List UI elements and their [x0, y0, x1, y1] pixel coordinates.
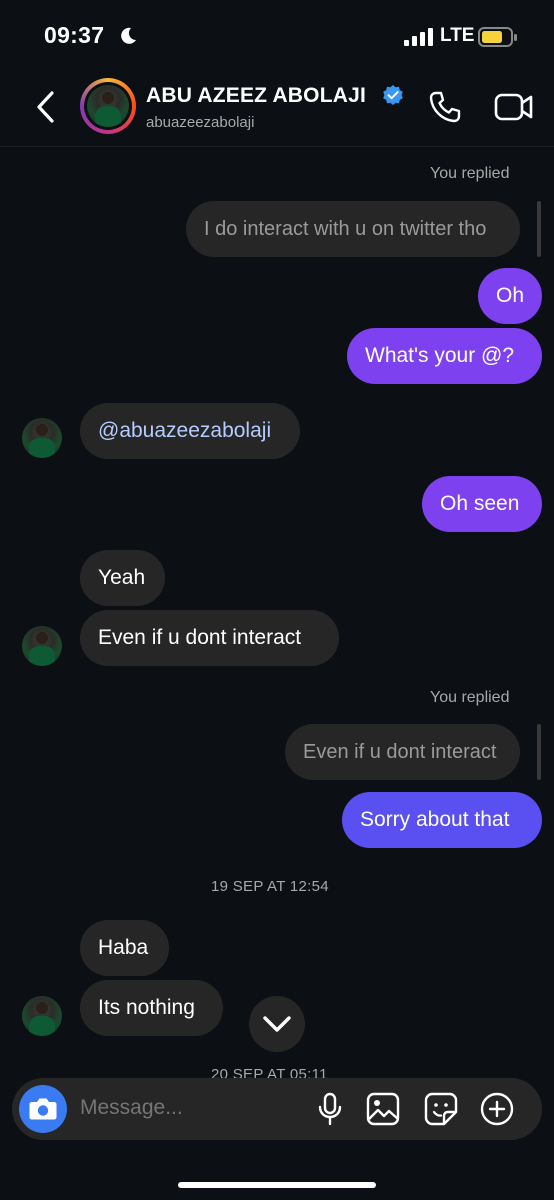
replied-quote[interactable]: I do interact with u on twitter tho [186, 201, 520, 257]
outgoing-message[interactable]: Oh [478, 268, 542, 324]
avatar[interactable] [87, 85, 129, 127]
sender-avatar[interactable] [22, 626, 62, 666]
mic-icon[interactable] [316, 1092, 344, 1126]
incoming-message[interactable]: Haba [80, 920, 169, 976]
date-separator: 19 SEP AT 12:54 [211, 878, 329, 895]
header-divider [0, 146, 554, 147]
gallery-icon[interactable] [366, 1092, 400, 1126]
verified-icon [383, 85, 403, 105]
incoming-message[interactable]: Even if u dont interact [80, 610, 339, 666]
outgoing-message[interactable]: Sorry about that [342, 792, 542, 848]
reply-bar [537, 724, 541, 780]
chevron-down-icon [263, 1016, 291, 1032]
sender-avatar[interactable] [22, 996, 62, 1036]
signal-icon [404, 28, 433, 46]
incoming-message[interactable]: Yeah [80, 550, 165, 606]
moon-icon [121, 27, 136, 44]
plus-icon[interactable] [480, 1092, 514, 1126]
scroll-to-bottom-button[interactable] [249, 996, 305, 1052]
contact-name[interactable]: ABU AZEEZ ABOLAJI [146, 84, 366, 108]
contact-username: abuazeezabolaji [146, 114, 255, 131]
replied-quote[interactable]: Even if u dont interact [285, 724, 520, 780]
reply-label: You replied [430, 689, 510, 706]
status-time: 09:37 [44, 22, 105, 48]
sender-avatar[interactable] [22, 418, 62, 458]
incoming-message[interactable]: Its nothing [80, 980, 223, 1036]
video-icon[interactable] [494, 90, 534, 124]
battery-icon [478, 27, 517, 47]
home-indicator[interactable] [178, 1182, 376, 1188]
outgoing-message[interactable]: What's your @? [347, 328, 542, 384]
reply-bar [537, 201, 541, 257]
message-input[interactable] [80, 1096, 290, 1120]
back-icon[interactable] [34, 90, 58, 124]
sticker-icon[interactable] [424, 1092, 458, 1126]
camera-button[interactable] [19, 1085, 67, 1133]
network-label: LTE [440, 25, 475, 46]
reply-label: You replied [430, 165, 510, 182]
call-icon[interactable] [428, 90, 462, 124]
camera-icon [29, 1098, 57, 1120]
incoming-message-link[interactable]: @abuazeezabolaji [80, 403, 300, 459]
outgoing-message[interactable]: Oh seen [422, 476, 542, 532]
